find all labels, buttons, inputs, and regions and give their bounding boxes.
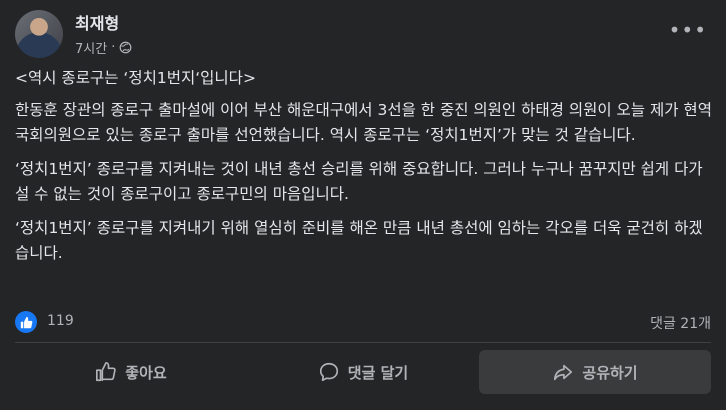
post-paragraph-1: 한동훈 장관의 종로구 출마설에 이어 부산 해운대구에서 3선을 한 중진 의… — [15, 101, 712, 144]
post-time[interactable]: 7시간 — [75, 38, 107, 57]
share-arrow-icon — [554, 364, 573, 381]
meta-separator: · — [111, 40, 116, 55]
post-meta: 7시간 · — [75, 38, 132, 57]
share-button[interactable]: 공유하기 — [479, 350, 711, 394]
action-bar: 좋아요 댓글 달기 공유하기 — [15, 350, 711, 394]
comment-button-label: 댓글 달기 — [347, 363, 409, 382]
speech-bubble-icon — [319, 362, 338, 382]
post-title: <역시 종로구는 ‘정치1번지‘입니다> — [15, 69, 256, 87]
reaction-bar: 119 댓글 21개 — [15, 310, 711, 334]
post-header: 최재형 7시간 · ••• — [15, 8, 711, 60]
like-reaction-icon[interactable] — [15, 311, 37, 333]
thumbs-up-icon — [96, 362, 117, 382]
like-button[interactable]: 좋아요 — [15, 350, 247, 394]
comment-count[interactable]: 댓글 21개 — [650, 313, 711, 333]
globe-icon[interactable] — [119, 41, 132, 54]
divider — [15, 342, 711, 343]
post-body: <역시 종로구는 ‘정치1번지‘입니다> 한동훈 장관의 종로구 출마설에 이어… — [15, 66, 715, 275]
share-button-label: 공유하기 — [582, 363, 638, 382]
comment-button[interactable]: 댓글 달기 — [247, 350, 479, 394]
post-paragraph-2: ‘정치1번지’ 종로구를 지켜내는 것이 내년 총선 승리를 위해 중요합니다.… — [15, 160, 703, 203]
more-options-icon[interactable]: ••• — [669, 20, 707, 40]
like-button-label: 좋아요 — [125, 363, 167, 382]
author-name[interactable]: 최재형 — [75, 10, 119, 34]
thumbs-up-icon — [20, 316, 32, 328]
like-count[interactable]: 119 — [47, 313, 74, 329]
post-paragraph-3: ‘정치1번지’ 종로구를 지켜내기 위해 열심히 준비를 해온 만큼 내년 총선… — [15, 219, 703, 262]
avatar[interactable] — [15, 10, 63, 58]
